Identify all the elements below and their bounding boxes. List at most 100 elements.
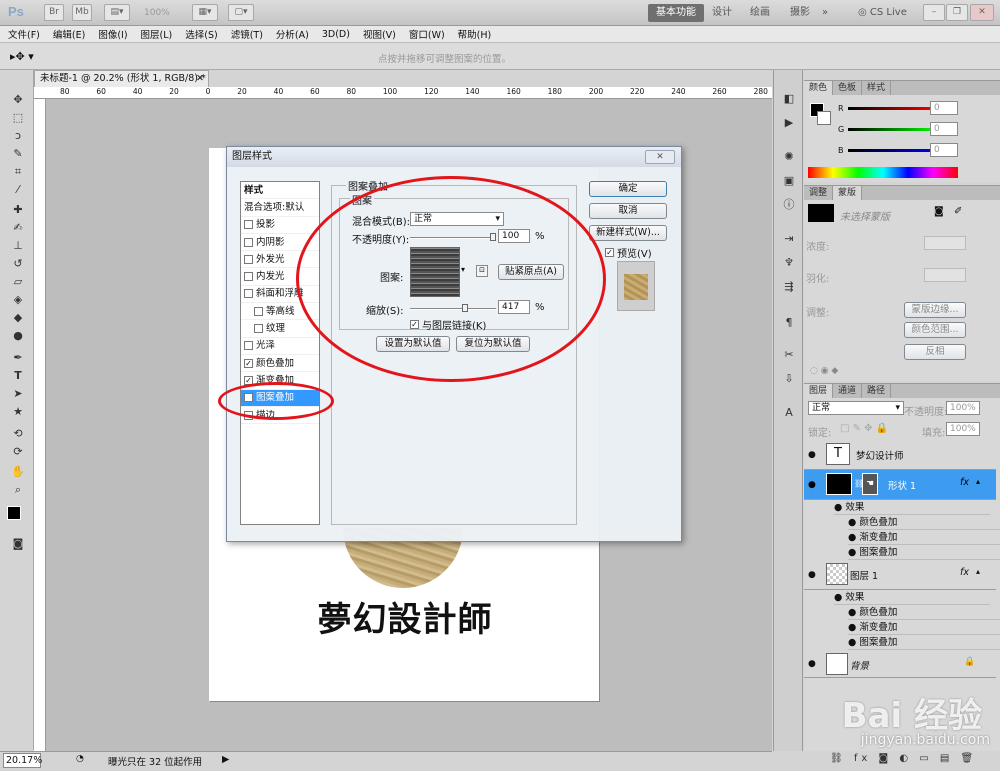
tab-swatches[interactable]: 色板: [833, 81, 863, 95]
eye-icon[interactable]: ●: [848, 607, 856, 618]
eye-icon[interactable]: ●: [848, 637, 856, 648]
arrange-documents-icon[interactable]: ▦▾: [192, 4, 218, 21]
3d-orbit-icon[interactable]: ⟳: [9, 444, 27, 460]
eye-icon[interactable]: ●: [808, 450, 816, 460]
view-extras-icon[interactable]: ▤▾: [104, 4, 130, 21]
info-panel-icon[interactable]: ⓘ: [780, 198, 798, 212]
paint-bucket-icon[interactable]: ◈: [9, 292, 27, 308]
layer-row-shape-selected[interactable]: ● ⛓ ☚ 形状 1 fx ▴: [804, 470, 996, 500]
pen-tool-icon[interactable]: ✒: [9, 350, 27, 366]
style-color-overlay[interactable]: ✓ 颜色叠加: [241, 355, 319, 373]
menu-filter[interactable]: 滤镜(T): [231, 27, 263, 41]
clone-source-icon[interactable]: ♆: [780, 256, 798, 270]
eraser-tool-icon[interactable]: ▱: [9, 274, 27, 290]
channel-r-slider[interactable]: [848, 107, 936, 110]
collapse-effects-icon[interactable]: ▴: [976, 567, 980, 576]
eye-icon[interactable]: ●: [848, 532, 856, 543]
cancel-button[interactable]: 取消: [589, 203, 667, 219]
close-app-icon[interactable]: ✕: [970, 4, 994, 21]
path-select-icon[interactable]: ➤: [9, 386, 27, 402]
actions-panel-icon[interactable]: ▶: [780, 116, 798, 130]
background-color-chip[interactable]: [817, 111, 831, 125]
effect-row[interactable]: ● 颜色叠加: [848, 605, 1000, 620]
channel-b-slider[interactable]: [848, 149, 936, 152]
tab-layers[interactable]: 图层: [804, 384, 834, 398]
screen-mode-icon[interactable]: ▢▾: [228, 4, 254, 21]
channel-g-input[interactable]: 0: [930, 122, 958, 136]
checkbox[interactable]: [244, 220, 253, 230]
eye-icon[interactable]: ●: [848, 547, 856, 558]
paragraph-panel-icon[interactable]: ¶: [780, 316, 798, 330]
eye-icon[interactable]: ●: [848, 622, 856, 633]
status-info-icon[interactable]: ◔: [76, 754, 84, 764]
restore-icon[interactable]: ❐: [946, 4, 968, 21]
more-workspaces-icon[interactable]: »: [822, 4, 828, 22]
pixel-mask-icon[interactable]: ◙: [934, 206, 944, 217]
fx-icon[interactable]: fx: [960, 567, 969, 578]
zoom-level-display[interactable]: 100%: [144, 8, 170, 18]
checkbox[interactable]: [244, 341, 253, 351]
quick-select-tool-icon[interactable]: ✎: [9, 146, 27, 162]
menu-image[interactable]: 图像(I): [98, 27, 127, 41]
effect-row[interactable]: ● 渐变叠加: [848, 620, 1000, 635]
layer-row-pixel[interactable]: ● 图层 1 fx ▴: [804, 560, 996, 590]
close-document-icon[interactable]: ✕: [196, 71, 204, 87]
collapse-effects-icon[interactable]: ▴: [976, 477, 980, 486]
brush-panel-icon[interactable]: ⇥: [780, 232, 798, 246]
preview-option[interactable]: ✓ 预览(V): [605, 245, 652, 260]
vector-mask-icon[interactable]: ✐: [954, 206, 962, 217]
tab-adjustments[interactable]: 调整: [804, 186, 834, 200]
checkbox[interactable]: [244, 272, 253, 282]
blend-options-item[interactable]: 混合选项:默认: [241, 199, 319, 217]
density-input[interactable]: [924, 236, 966, 250]
character-panel-icon[interactable]: A: [780, 406, 798, 420]
menu-window[interactable]: 窗口(W): [409, 27, 445, 41]
style-texture[interactable]: 纹理: [241, 320, 319, 338]
shape-tool-icon[interactable]: ★: [9, 404, 27, 420]
fill-input[interactable]: 100%: [946, 422, 980, 436]
history-panel-icon[interactable]: ◧: [780, 92, 798, 106]
layer-row-background[interactable]: ● 背景 🔒: [804, 650, 996, 678]
menu-edit[interactable]: 编辑(E): [53, 27, 85, 41]
stamp-tool-icon[interactable]: ⊥: [9, 238, 27, 254]
lock-icons[interactable]: □ ✎ ✥ 🔒: [840, 423, 888, 434]
menu-help[interactable]: 帮助(H): [458, 27, 492, 41]
menu-analysis[interactable]: 分析(A): [276, 27, 309, 41]
hand-tool-icon[interactable]: ✋: [9, 464, 27, 480]
foreground-color-swatch[interactable]: [7, 506, 21, 520]
color-range-button[interactable]: 颜色范围...: [904, 322, 966, 338]
document-tab[interactable]: 未标题-1 @ 20.2% (形状 1, RGB/8) * ✕: [34, 70, 209, 87]
tool-presets-icon[interactable]: ⇶: [780, 280, 798, 294]
invert-button[interactable]: 反相: [904, 344, 966, 360]
tab-paths[interactable]: 路径: [862, 384, 892, 398]
eye-icon[interactable]: ●: [848, 517, 856, 528]
checkbox[interactable]: [244, 254, 253, 264]
history-brush-icon[interactable]: ↺: [9, 256, 27, 272]
zoom-field[interactable]: 20.17%: [3, 753, 42, 768]
checkbox-checked[interactable]: ✓: [244, 358, 253, 368]
workspace-photography[interactable]: 摄影: [790, 4, 810, 22]
dodge-tool-icon[interactable]: ●: [9, 328, 27, 344]
3d-rotate-icon[interactable]: ⟲: [9, 426, 27, 442]
layer-opacity-input[interactable]: 100%: [946, 401, 980, 415]
menu-file[interactable]: 文件(F): [8, 27, 40, 41]
channel-r-input[interactable]: 0: [930, 101, 958, 115]
eye-icon[interactable]: ●: [834, 502, 842, 513]
blur-tool-icon[interactable]: ◆: [9, 310, 27, 326]
eyedropper-tool-icon[interactable]: ⁄: [9, 182, 27, 198]
quick-mask-icon[interactable]: ◙: [9, 536, 27, 552]
lasso-tool-icon[interactable]: ↄ: [9, 128, 27, 144]
dialog-close-button[interactable]: ✕: [645, 150, 675, 164]
healing-tool-icon[interactable]: ✚: [9, 202, 27, 218]
tab-channels[interactable]: 通道: [833, 384, 863, 398]
animation-panel-icon[interactable]: ⇩: [780, 372, 798, 386]
brush-tool-icon[interactable]: ✍: [9, 220, 27, 236]
channel-b-input[interactable]: 0: [930, 143, 958, 157]
color-spectrum[interactable]: [808, 167, 958, 178]
styles-header[interactable]: 样式: [241, 182, 319, 200]
menu-view[interactable]: 视图(V): [363, 27, 396, 41]
histogram-panel-icon[interactable]: ▣: [780, 174, 798, 188]
minimize-icon[interactable]: –: [923, 4, 945, 21]
type-tool-icon[interactable]: T: [9, 368, 27, 384]
checkbox[interactable]: [244, 289, 253, 299]
